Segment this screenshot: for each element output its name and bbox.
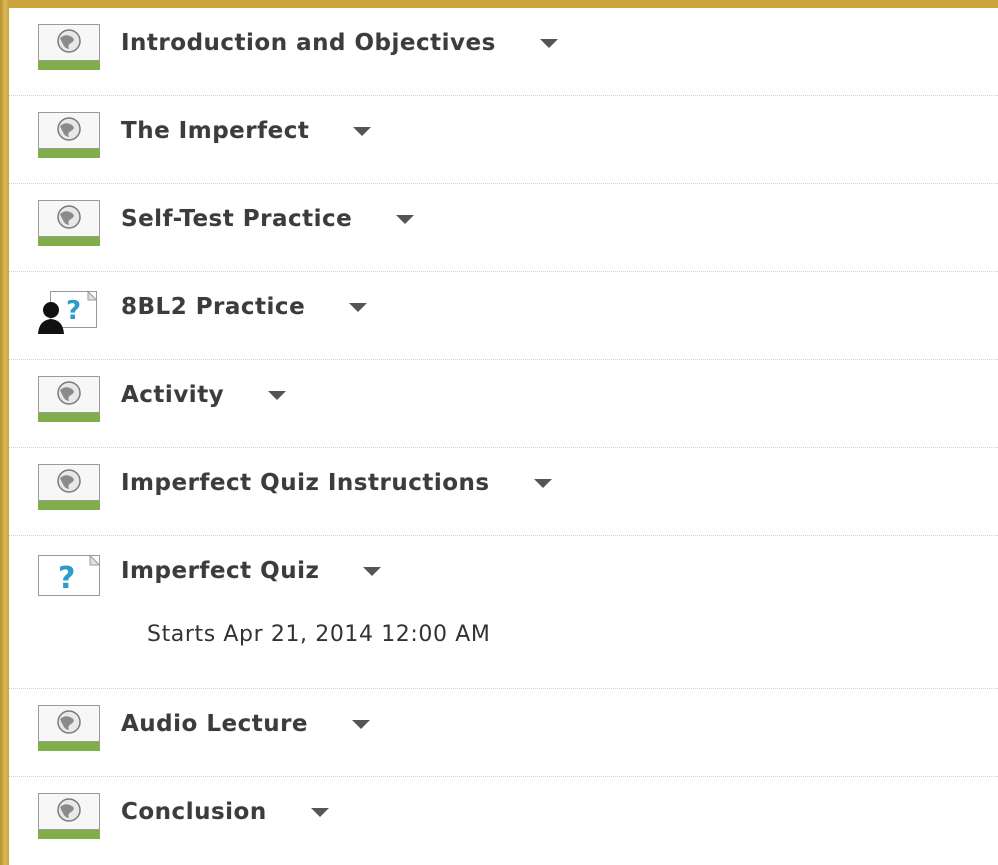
chevron-down-icon[interactable] [396, 214, 415, 224]
web-page-icon [38, 793, 100, 839]
topic-link-audio-lecture[interactable]: Audio Lecture [121, 711, 308, 737]
svg-text:?: ? [58, 561, 75, 596]
chevron-down-icon[interactable] [268, 390, 287, 400]
chevron-down-icon[interactable] [533, 478, 552, 488]
list-item: Audio Lecture [9, 689, 998, 777]
topic-link-quiz-instructions[interactable]: Imperfect Quiz Instructions [121, 470, 490, 496]
topic-link-the-imperfect[interactable]: The Imperfect [121, 118, 309, 144]
list-item: Conclusion [9, 777, 998, 864]
web-page-icon [38, 464, 100, 510]
topic-link-imperfect-quiz[interactable]: Imperfect Quiz [121, 558, 319, 584]
list-item: Imperfect Quiz Instructions [9, 448, 998, 536]
topic-link-introduction[interactable]: Introduction and Objectives [121, 30, 496, 56]
chevron-down-icon[interactable] [539, 38, 558, 48]
quiz-icon: ? [38, 552, 100, 598]
window-frame: Introduction and Objectives The Imperfec… [0, 0, 998, 865]
list-item: Introduction and Objectives [9, 8, 998, 96]
list-item: Self-Test Practice [9, 184, 998, 272]
topic-list: Introduction and Objectives The Imperfec… [9, 8, 998, 864]
quiz-start-date: Starts Apr 21, 2014 12:00 AM [147, 622, 491, 647]
list-item: Activity [9, 360, 998, 448]
chevron-down-icon[interactable] [353, 126, 372, 136]
svg-text:?: ? [66, 296, 81, 326]
web-page-icon [38, 200, 100, 246]
web-page-icon [38, 376, 100, 422]
user-quiz-icon: ? [38, 288, 100, 334]
content-list-panel: Introduction and Objectives The Imperfec… [9, 8, 998, 865]
web-page-icon [38, 112, 100, 158]
web-page-icon [38, 24, 100, 70]
chevron-down-icon[interactable] [352, 719, 371, 729]
list-item: ? 8BL2 Practice [9, 272, 998, 360]
list-item: The Imperfect [9, 96, 998, 184]
chevron-down-icon[interactable] [310, 807, 329, 817]
topic-link-8bl2-practice[interactable]: 8BL2 Practice [121, 294, 305, 320]
topic-link-self-test-practice[interactable]: Self-Test Practice [121, 206, 352, 232]
chevron-down-icon[interactable] [349, 302, 368, 312]
list-item: ? Imperfect Quiz Starts Apr 21, 2014 12:… [9, 536, 998, 689]
chevron-down-icon[interactable] [363, 566, 382, 576]
topic-link-conclusion[interactable]: Conclusion [121, 799, 267, 825]
web-page-icon [38, 705, 100, 751]
topic-link-activity[interactable]: Activity [121, 382, 224, 408]
